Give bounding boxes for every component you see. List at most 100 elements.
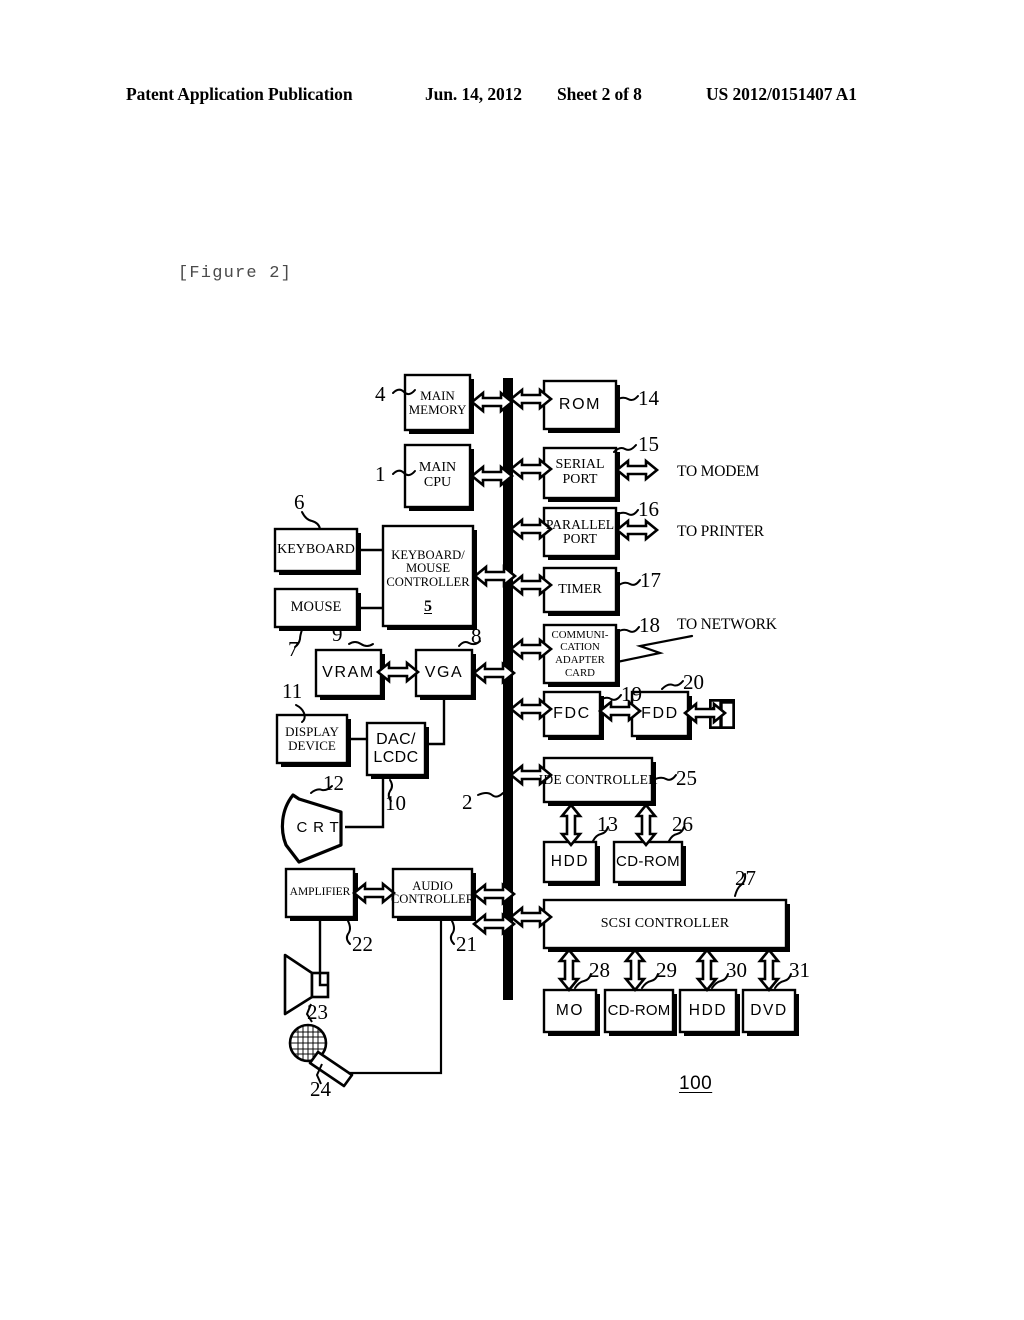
refnum-vga: 8 [471, 624, 482, 648]
refnum-rom: 14 [638, 386, 659, 410]
leader-to-network [615, 634, 694, 664]
refnum-scsi-controller: 27 [735, 866, 756, 890]
block-communication-adapter-card [542, 623, 620, 687]
block-vga [414, 648, 476, 700]
refnum-serial-port: 15 [638, 432, 659, 456]
block-scsi-dvd [741, 988, 799, 1036]
block-hdd-ide [542, 840, 600, 886]
refnum-crt: 12 [323, 771, 344, 795]
block-amplifier [284, 867, 358, 921]
refnum-main-cpu: 1 [375, 462, 386, 486]
annotation-to-network: TO NETWORK [677, 616, 777, 633]
leader-9 [348, 641, 374, 647]
block-scsi-hdd [678, 988, 740, 1036]
arrow-main-memory-bus [470, 391, 514, 413]
arrow-ide-hdd [560, 803, 582, 847]
refnum-keyboard: 6 [294, 490, 305, 514]
arrow-ide-cdrom [635, 803, 657, 847]
leader-17 [618, 579, 641, 586]
block-scsi-controller [542, 898, 790, 952]
arrow-parallel-printer [615, 519, 659, 541]
refnum-timer: 17 [640, 568, 661, 592]
leader-6 [301, 511, 321, 530]
refnum-scsi-hdd: 30 [726, 958, 747, 982]
block-crt [280, 793, 343, 864]
arrow-vga-bus [472, 662, 516, 684]
block-keyboard-mouse-controller [381, 524, 477, 630]
leader-19 [599, 694, 622, 701]
leader-15 [613, 444, 637, 453]
block-ide-controller [542, 756, 656, 806]
block-main-cpu [403, 443, 474, 511]
arrow-bus-timer [509, 574, 553, 596]
arrow-bus-parallel [509, 518, 553, 540]
leader-22 [345, 920, 351, 945]
arrow-bus-rom [509, 388, 553, 410]
arrow-amplifier-audio [352, 882, 396, 904]
arrow-audio-bus-2 [472, 913, 516, 935]
assembly-reference-number: 100 [679, 1073, 713, 1094]
refnum-audio-controller: 21 [456, 932, 477, 956]
leader-16 [615, 509, 639, 516]
refnum-microphone: 24 [310, 1077, 331, 1101]
leader-20 [661, 680, 684, 690]
wire-dac-crt [345, 779, 385, 829]
block-dac-lcdc [365, 721, 429, 779]
arrow-scsi-cdrom [624, 948, 646, 992]
leader-18 [616, 626, 640, 633]
arrow-serial-modem [615, 459, 659, 481]
annotation-to-modem: TO MODEM [677, 463, 760, 480]
block-scsi-mo [542, 988, 600, 1036]
refnum-bus: 2 [462, 790, 473, 814]
block-mouse [273, 587, 361, 631]
arrow-audio-bus [472, 883, 516, 905]
refnum-scsi-mo: 28 [589, 958, 610, 982]
refnum-display-device: 11 [282, 679, 303, 703]
refnum-vram: 9 [332, 622, 343, 646]
leader-2 [477, 792, 504, 798]
arrow-vram-vga [376, 661, 420, 683]
block-diagram [0, 0, 1024, 1320]
refnum-mouse: 7 [288, 637, 299, 661]
arrow-bus-ide [509, 764, 553, 786]
refnum-cdrom-ide: 26 [672, 812, 693, 836]
refnum-amplifier: 22 [352, 932, 373, 956]
block-audio-controller [391, 867, 476, 921]
leader-25 [652, 774, 677, 781]
block-timer [542, 566, 620, 616]
block-rom [542, 379, 620, 433]
arrow-fdd-disk [683, 702, 727, 724]
block-vram [314, 648, 385, 700]
leader-21 [449, 920, 455, 945]
block-main-memory [403, 373, 474, 434]
arrow-km-controller-bus [473, 565, 517, 587]
refnum-comm-adapter: 18 [639, 613, 660, 637]
block-display-device [275, 713, 351, 767]
refnum-speaker: 23 [307, 1000, 328, 1024]
refnum-scsi-dvd: 31 [789, 958, 810, 982]
refnum-main-memory: 4 [375, 382, 386, 406]
arrow-scsi-dvd [758, 948, 780, 992]
block-keyboard [273, 527, 361, 575]
arrow-bus-comm [509, 638, 553, 660]
block-parallel-port [542, 506, 620, 560]
arrow-main-cpu-bus [470, 465, 514, 487]
block-scsi-cdrom [603, 988, 677, 1036]
arrow-bus-fdc [509, 698, 553, 720]
arrow-scsi-hdd [696, 948, 718, 992]
refnum-ide-controller: 25 [676, 766, 697, 790]
arrow-scsi-mo [558, 948, 580, 992]
refnum-fdc: 19 [621, 682, 642, 706]
block-cdrom-ide [612, 840, 686, 886]
annotation-to-printer: TO PRINTER [677, 523, 764, 540]
refnum-hdd-ide: 13 [597, 812, 618, 836]
refnum-dac-lcdc: 10 [385, 791, 406, 815]
refnum-scsi-cdrom: 29 [656, 958, 677, 982]
refnum-fdd: 20 [683, 670, 704, 694]
block-fdc [542, 690, 604, 740]
diagram-canvas [273, 373, 799, 1088]
refnum-parallel-port: 16 [638, 497, 659, 521]
arrow-bus-scsi [509, 906, 553, 928]
arrow-bus-serial [509, 458, 553, 480]
block-serial-port [542, 446, 620, 502]
